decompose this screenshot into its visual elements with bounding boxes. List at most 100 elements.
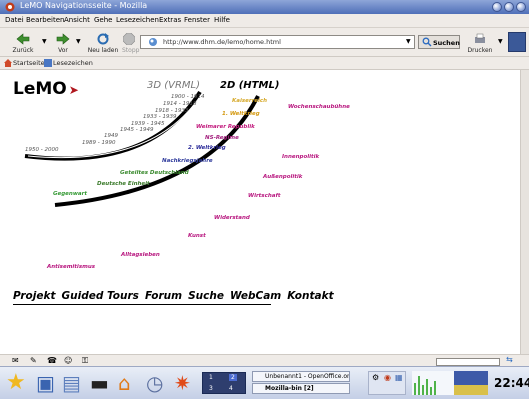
year-1900-1914[interactable]: 1900 - 1914 <box>171 94 204 100</box>
volume-icon[interactable]: ◉ <box>384 373 391 382</box>
clock-app-icon[interactable]: ◷ <box>146 371 170 395</box>
nav-projekt[interactable]: Projekt <box>13 290 56 302</box>
back-dropdown-icon[interactable]: ▼ <box>42 38 47 45</box>
print-button[interactable]: Drucken <box>466 30 494 54</box>
nav-webcam[interactable]: WebCam <box>230 290 281 302</box>
menu-datei[interactable]: Datei <box>5 16 24 24</box>
era-weltkrieg-1[interactable]: 1. Weltkrieg <box>222 111 260 117</box>
era-kaiserreich[interactable]: Kaiserreich <box>232 98 267 104</box>
reload-icon <box>97 33 109 45</box>
menu-ansicht[interactable]: Ansicht <box>64 16 90 24</box>
menu-lesezeichen[interactable]: Lesezeichen <box>116 16 159 24</box>
nav-suche[interactable]: Suche <box>188 290 224 302</box>
topic-aussenpolitik[interactable]: Außenpolitik <box>263 174 302 180</box>
reload-label: Neu laden <box>87 47 119 54</box>
bookmark-home[interactable]: Startseite <box>13 59 45 67</box>
mozilla-app-icon <box>5 2 15 12</box>
task-mozilla[interactable]: Mozilla-bin [2] <box>252 383 350 394</box>
security-icon[interactable]: ⚿ <box>82 356 88 366</box>
search-button[interactable]: Suchen <box>418 35 460 49</box>
era-weltkrieg-2[interactable]: 2. Weltkrieg <box>188 145 226 151</box>
nav-forum[interactable]: Forum <box>145 290 182 302</box>
bookmarks-toolbar: Startseite Lesezeichen <box>0 57 529 70</box>
composer-icon[interactable]: ✎ <box>30 356 37 365</box>
bookmark-lesezeichen[interactable]: Lesezeichen <box>53 59 93 67</box>
reload-button[interactable]: Neu laden <box>86 30 120 54</box>
topic-wirtschaft[interactable]: Wirtschaft <box>248 193 280 199</box>
era-weimar[interactable]: Weimarer Republik <box>196 124 255 130</box>
era-ns-regime[interactable]: NS-Regime <box>205 135 239 141</box>
mail-icon[interactable]: ✉ <box>12 356 19 365</box>
year-1914-1918[interactable]: 1914 - 1918 <box>163 101 196 107</box>
bookmarks-icon <box>44 59 52 67</box>
forward-arrow-icon <box>56 33 70 45</box>
topic-alltagsleben[interactable]: Alltagsleben <box>121 252 160 258</box>
topic-antisemitismus[interactable]: Antisemitismus <box>47 264 95 270</box>
timeline-arcs <box>24 90 260 207</box>
menu-gehe[interactable]: Gehe <box>94 16 112 24</box>
workspace-2[interactable]: 2 <box>229 374 237 381</box>
home-icon <box>4 59 12 67</box>
home-folder-icon[interactable]: ▣ <box>36 371 60 395</box>
year-1945-1949[interactable]: 1945 - 1949 <box>120 127 153 133</box>
terminal-icon[interactable]: ▬ <box>90 371 114 395</box>
page-content: LeMO ➤ 3D (VRML) 2D (HTML) 1900 - 1914 19… <box>0 70 529 354</box>
topic-wochenschau[interactable]: Wochenschaubühne <box>288 104 350 110</box>
menu-bar: Datei Bearbeiten Ansicht Gehe Lesezeiche… <box>0 14 529 28</box>
minimize-button[interactable] <box>492 2 502 12</box>
era-gegenwart[interactable]: Gegenwart <box>53 191 87 197</box>
back-button[interactable]: Zurück <box>8 30 38 54</box>
menu-extras[interactable]: Extras <box>159 16 181 24</box>
back-arrow-icon <box>16 33 30 45</box>
year-1949[interactable]: 1949 <box>104 133 118 139</box>
chat-icon[interactable]: ☺ <box>64 356 72 365</box>
workspace-4[interactable]: 4 <box>229 385 233 392</box>
era-geteiltes-deutschland[interactable]: Geteiltes Deutschland <box>120 170 189 176</box>
topic-kunst[interactable]: Kunst <box>188 233 206 239</box>
print-dropdown-icon[interactable]: ▼ <box>498 38 503 45</box>
maximize-button[interactable] <box>504 2 514 12</box>
close-button[interactable] <box>516 2 526 12</box>
url-text: http://www.dhm.de/lemo/home.html <box>163 38 281 46</box>
navigation-toolbar: Zurück ▼ Vor ▼ Neu laden Stopp http://ww… <box>0 28 529 57</box>
task-openoffice[interactable]: Unbenannt1 - OpenOffice.org 1 <box>252 371 350 382</box>
main-navigation: Projekt Guided Tours Forum Suche WebCam Konta… <box>13 290 340 302</box>
workspace-pager[interactable]: 1 2 3 4 <box>202 372 246 394</box>
clipboard-icon[interactable]: ▦ <box>395 373 403 382</box>
window-title: LeMO Navigationsseite - Mozilla <box>20 1 148 10</box>
workspace-1[interactable]: 1 <box>209 374 213 381</box>
stop-button[interactable]: Stopp <box>122 30 139 54</box>
file-manager-icon[interactable]: ▤ <box>62 371 86 395</box>
nav-guided-tours[interactable]: Guided Tours <box>62 290 139 302</box>
era-deutsche-einheit[interactable]: Deutsche Einheit <box>97 181 150 187</box>
forward-button[interactable]: Vor <box>52 30 74 54</box>
url-dropdown-icon[interactable]: ▼ <box>406 38 411 45</box>
cpu-monitor-graph <box>412 371 488 395</box>
menu-bearbeiten[interactable]: Bearbeiten <box>26 16 64 24</box>
nav-kontakt[interactable]: Kontakt <box>287 290 333 302</box>
star-menu-icon[interactable]: ★ <box>6 371 30 395</box>
workspace-3[interactable]: 3 <box>209 385 213 392</box>
topic-innenpolitik[interactable]: Innenpolitik <box>282 154 319 160</box>
taskbar-clock[interactable]: 22:44 <box>494 376 529 390</box>
menu-hilfe[interactable]: Hilfe <box>214 16 230 24</box>
year-1933-1939[interactable]: 1933 - 1939 <box>143 114 176 120</box>
vertical-scrollbar[interactable] <box>520 70 529 354</box>
forward-label: Vor <box>58 47 68 54</box>
home-icon[interactable]: ⌂ <box>118 371 142 395</box>
progress-bar <box>436 358 500 366</box>
era-nachkrieg[interactable]: Nachkriegsjahre <box>162 158 213 164</box>
url-bar[interactable]: http://www.dhm.de/lemo/home.html <box>140 35 415 49</box>
year-1989-1990[interactable]: 1989 - 1990 <box>82 140 115 146</box>
menu-fenster[interactable]: Fenster <box>184 16 210 24</box>
main-navigation-underline <box>13 304 271 305</box>
topic-widerstand[interactable]: Widerstand <box>214 215 250 221</box>
window-titlebar: LeMO Navigationsseite - Mozilla <box>0 0 529 14</box>
online-status-icon: ⇆ <box>506 355 513 364</box>
addressbook-icon[interactable]: ☎ <box>47 356 57 365</box>
year-1950-2000[interactable]: 1950 - 2000 <box>25 147 58 153</box>
print-icon <box>475 33 485 43</box>
star-app-icon[interactable]: ✷ <box>174 371 198 395</box>
forward-dropdown-icon[interactable]: ▼ <box>76 38 81 45</box>
network-icon[interactable]: ⚙ <box>372 373 379 382</box>
